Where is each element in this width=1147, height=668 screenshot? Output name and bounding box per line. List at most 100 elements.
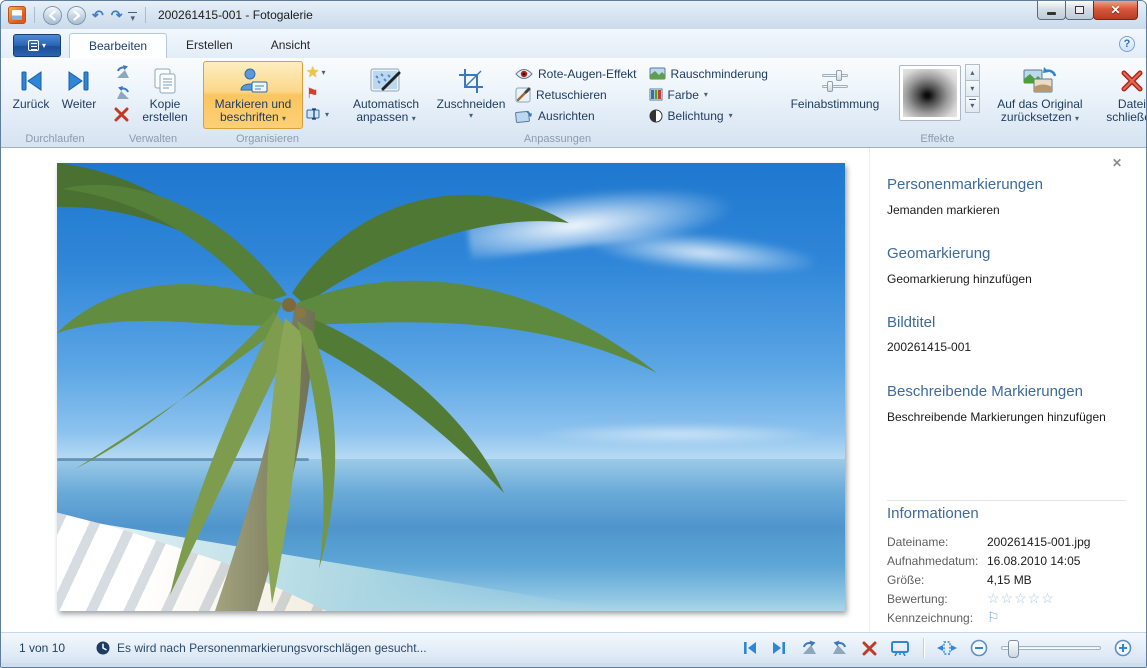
noise-reduction-icon <box>649 67 666 80</box>
slideshow-button[interactable] <box>890 640 910 656</box>
ausrichten-button[interactable]: Ausrichten <box>510 105 644 126</box>
group-verwalten: Kopie erstellen Verwalten <box>107 60 199 147</box>
rotate-left-button[interactable] <box>800 640 818 656</box>
quick-access-dropdown-icon[interactable]: ▾ <box>128 12 137 23</box>
tab-bearbeiten[interactable]: Bearbeiten <box>69 33 167 58</box>
app-window: ↶ ↷ ▾ 200261415-001 - Fotogalerie ✕ ▾ Be… <box>0 0 1147 668</box>
content-area: ✕ Personenmarkierungen Jemanden markiere… <box>1 148 1146 632</box>
flag-outline-icon[interactable]: ⚐ <box>987 609 1000 626</box>
group-datei-schliessen: Datei schließen <box>1096 60 1147 147</box>
automatisch-anpassen-button[interactable]: Automatisch anpassen ▾ <box>340 61 432 129</box>
app-icon[interactable] <box>8 6 26 24</box>
zoom-in-button[interactable] <box>1114 639 1132 657</box>
bildtitel-value[interactable]: 200261415-001 <box>887 340 1126 354</box>
straighten-icon <box>515 109 533 123</box>
group-effekte: ▴ ▾ ▾ Effekte <box>891 60 984 147</box>
zoom-out-button[interactable] <box>970 639 988 657</box>
chevron-down-icon: ▾ <box>42 41 46 50</box>
window-title: 200261415-001 - Fotogalerie <box>158 8 313 22</box>
kopie-erstellen-button[interactable]: Kopie erstellen <box>135 61 195 129</box>
chevron-down-icon: ▾ <box>412 114 416 123</box>
rating-star-button[interactable]: ★ ▾ <box>306 63 329 81</box>
delete-button[interactable] <box>114 105 132 123</box>
rating-stars-icon[interactable]: ☆☆☆☆☆ <box>987 590 1055 607</box>
copy-icon <box>151 64 179 98</box>
zoom-slider[interactable] <box>1001 646 1101 650</box>
divider <box>145 7 146 23</box>
info-row-aufnahmedatum: Aufnahmedatum: 16.08.2010 14:05 <box>887 551 1126 570</box>
clock-icon <box>96 641 110 655</box>
forward-icon[interactable] <box>67 6 86 25</box>
chevron-down-icon: ▾ <box>282 114 286 123</box>
belichtung-button[interactable]: Belichtung ▾ <box>644 105 775 126</box>
close-button[interactable]: ✕ <box>1093 1 1138 20</box>
feinabstimmung-button[interactable]: Feinabstimmung <box>783 61 887 129</box>
revert-original-icon <box>1022 64 1058 98</box>
previous-photo-button[interactable] <box>742 641 758 655</box>
chevron-down-icon: ▾ <box>1075 114 1079 123</box>
gallery-up-button[interactable]: ▴ <box>965 64 980 81</box>
help-icon[interactable]: ? <box>1119 36 1135 52</box>
restore-button[interactable] <box>1065 1 1094 20</box>
divider <box>34 7 35 23</box>
chevron-down-icon: ▾ <box>704 90 708 99</box>
farbe-button[interactable]: Farbe ▾ <box>644 84 775 105</box>
beschreibende-markierungen-link[interactable]: Beschreibende Markierungen hinzufügen <box>887 410 1126 424</box>
retuschieren-button[interactable]: Retuschieren <box>510 84 644 105</box>
back-icon[interactable] <box>43 6 62 25</box>
auf-original-zuruecksetzen-button[interactable]: Auf das Original zurücksetzen ▾ <box>988 61 1092 129</box>
jemanden-markieren-link[interactable]: Jemanden markieren <box>887 203 1126 217</box>
datei-schliessen-button[interactable]: Datei schließen <box>1100 61 1147 129</box>
info-panel: ✕ Personenmarkierungen Jemanden markiere… <box>869 148 1146 632</box>
rotate-right-button[interactable] <box>831 640 849 656</box>
next-icon <box>66 64 92 98</box>
redo-icon[interactable]: ↷ <box>110 6 124 24</box>
bw-effect-preview <box>903 69 957 117</box>
photo-position-counter: 1 von 10 <box>19 641 65 655</box>
chevron-down-icon: ▾ <box>325 110 329 119</box>
effects-gallery-thumbnail[interactable] <box>899 65 961 121</box>
gallery-more-button[interactable]: ▾ <box>965 96 980 113</box>
rotate-right-button[interactable] <box>114 84 132 102</box>
rauschminderung-button[interactable]: Rauschminderung <box>644 63 775 84</box>
gallery-down-button[interactable]: ▾ <box>965 80 980 97</box>
photo-canvas[interactable] <box>57 163 845 611</box>
panel-close-icon[interactable]: ✕ <box>1112 156 1122 170</box>
bildtitel-heading: Bildtitel <box>887 314 1126 331</box>
chevron-down-icon: ▾ <box>469 111 473 120</box>
rotate-left-button[interactable] <box>114 63 132 81</box>
group-zuruecksetzen: Auf das Original zurücksetzen ▾ <box>984 60 1096 147</box>
markieren-und-beschriften-button[interactable]: Markieren und beschriften ▾ <box>203 61 303 129</box>
informationen-heading: Informationen <box>887 505 1126 522</box>
tab-erstellen[interactable]: Erstellen <box>167 33 252 58</box>
weiter-button[interactable]: Weiter <box>55 61 103 129</box>
group-feinabstimmung: Feinabstimmung <box>779 60 891 147</box>
geomarkierung-hinzufuegen-link[interactable]: Geomarkierung hinzufügen <box>887 272 1126 286</box>
file-menu-button[interactable]: ▾ <box>13 34 61 57</box>
rote-augen-effekt-button[interactable]: Rote-Augen-Effekt <box>510 63 644 84</box>
red-eye-icon <box>515 68 533 80</box>
group-anpassungen: Automatisch anpassen ▾ Zuschneiden ▾ Rot… <box>336 60 779 147</box>
rotate-left-icon <box>114 64 132 80</box>
group-organisieren: Markieren und beschriften ▾ ★ ▾ ⚑ ▾ <box>199 60 336 147</box>
delete-icon <box>114 107 129 122</box>
zurueck-button[interactable]: Zurück <box>7 61 55 129</box>
previous-icon <box>18 64 44 98</box>
ribbon: Zurück Weiter Durchlaufen <box>1 58 1146 148</box>
fit-to-window-button[interactable] <box>937 640 957 656</box>
delete-photo-button[interactable] <box>862 641 877 656</box>
caption-button[interactable]: ▾ <box>306 105 329 123</box>
panel-divider <box>887 500 1126 501</box>
window-frame <box>1 663 1146 667</box>
next-photo-button[interactable] <box>771 641 787 655</box>
undo-icon[interactable]: ↶ <box>91 6 105 24</box>
zuschneiden-button[interactable]: Zuschneiden ▾ <box>432 61 510 129</box>
tab-ansicht[interactable]: Ansicht <box>252 33 329 58</box>
flag-button[interactable]: ⚑ <box>306 84 329 102</box>
group-durchlaufen: Zurück Weiter Durchlaufen <box>3 60 107 147</box>
minimize-button[interactable] <box>1037 1 1066 20</box>
zoom-slider-handle[interactable] <box>1008 640 1019 658</box>
info-row-groesse: Größe: 4,15 MB <box>887 570 1126 589</box>
sliders-icon <box>820 64 850 98</box>
color-icon <box>649 88 663 101</box>
